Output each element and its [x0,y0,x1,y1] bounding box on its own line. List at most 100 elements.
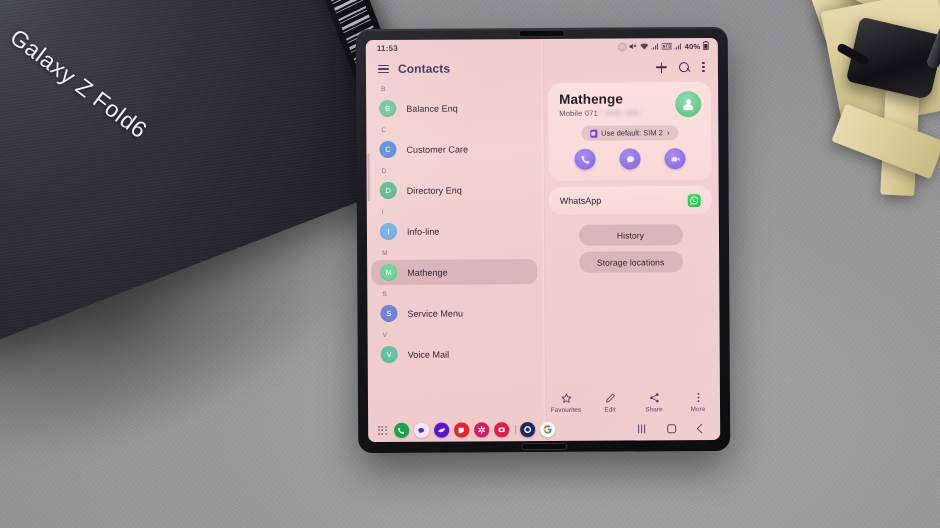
contact-header: Mathenge Mobile 0717 888 888 [548,82,711,128]
settings-app-icon[interactable] [520,422,535,437]
app-drawer-icon[interactable] [378,425,387,435]
avatar: V [380,345,398,363]
contact-detail-pane: Mathenge Mobile 0717 888 888 Use default [542,79,720,385]
contact-name: Customer Care [406,143,469,155]
sim-card-icon [590,129,598,138]
section-header: M [382,249,388,257]
wifi-icon [640,42,649,52]
list-item[interactable]: S Service Menu [371,300,537,326]
section-header: C [381,126,387,134]
dock-bar [368,418,720,442]
toolbar-favourites[interactable]: Favourites [545,392,587,413]
samsung-internet-app-icon[interactable] [434,422,449,438]
app-bar: Contacts [366,55,718,81]
network-icon [661,42,673,52]
contact-name: Service Menu [407,307,464,319]
google-app-icon[interactable] [540,422,555,437]
navigation-keys [638,423,711,434]
front-camera-punch-hole [617,42,627,52]
signal-sim1-icon [651,42,659,52]
sim-selector-chip[interactable]: Use default: SIM 2 › [581,125,679,141]
status-time: 11:53 [376,43,398,54]
contact-name: Info-line [406,226,440,237]
section-header: S [382,290,387,298]
section-header: V [382,331,388,339]
toolbar-more[interactable]: More [677,391,719,413]
list-item[interactable]: V Voice Mail [372,341,538,367]
battery-icon [702,40,709,52]
section-header: D [381,167,387,175]
storage-locations-button[interactable]: Storage locations [578,251,683,273]
action-buttons-row [548,140,711,181]
video-call-button[interactable] [664,148,686,170]
search-icon[interactable] [679,62,690,73]
toolbar-label: Favourites [550,406,582,414]
contact-list-pane[interactable]: B B Balance Enq C C Customer Care D D Di… [366,80,544,386]
recents-key[interactable] [638,424,646,434]
home-key[interactable] [667,424,677,434]
contact-name: Directory Enq [406,184,462,196]
kebab-icon [692,392,703,403]
notes-app-icon[interactable] [454,422,469,438]
wooden-clamp-stand [780,0,940,198]
hamburger-icon[interactable] [377,64,389,74]
signal-sim2-icon [674,42,682,52]
scrollbar[interactable] [367,153,370,202]
list-item[interactable]: B Balance Enq [370,95,536,121]
section-header: I [381,208,384,216]
avatar: D [379,181,397,199]
pencil-icon [604,392,615,403]
list-item[interactable]: D Directory Enq [371,177,537,203]
bottom-toolbar: Favourites Edit Share More [544,384,720,419]
mobile-label: Mobile [559,108,583,118]
avatar: I [379,222,397,240]
toolbar-share[interactable]: Share [633,392,675,413]
person-icon [682,98,694,110]
list-item[interactable]: C Customer Care [370,136,536,162]
avatar: S [380,304,398,322]
kebab-icon[interactable] [702,62,705,72]
contact-avatar-large[interactable] [675,91,702,118]
phone-app-icon[interactable] [394,423,409,438]
back-key[interactable] [696,423,707,434]
sim-label: Use default: SIM 2 [601,128,663,138]
whatsapp-row[interactable]: WhatsApp [548,185,712,215]
contact-name: Voice Mail [407,349,450,360]
camera-app-icon[interactable] [494,422,509,438]
battery-percent: 40% [684,42,701,52]
contact-header-card: Mathenge Mobile 0717 888 888 Use default [548,81,712,181]
page-title: Contacts [397,61,451,76]
sim-selector-row: Use default: SIM 2 › [548,125,711,141]
detail-pills: History Storage locations [549,224,712,273]
mute-icon [629,42,637,52]
avatar: M [380,263,398,281]
phone-screen: 11:53 40% Contacts B B Balance Enq C C C… [365,37,721,443]
mobile-prefix: 071 [584,108,598,118]
history-button[interactable]: History [578,224,683,246]
hinge-notch-top [518,29,565,38]
content-area: B B Balance Enq C C Customer Care D D Di… [366,79,720,386]
plus-icon[interactable] [656,62,667,73]
toolbar-edit[interactable]: Edit [589,392,631,413]
share-icon [648,392,659,403]
messages-app-icon[interactable] [414,422,429,438]
whatsapp-icon [687,193,701,207]
toolbar-label: Share [645,405,663,413]
call-button[interactable] [574,148,596,170]
avatar: B [379,99,397,117]
avatar: C [379,140,397,158]
list-item[interactable]: I Info-line [371,218,537,244]
galaxy-z-fold-device: 11:53 40% Contacts B B Balance Enq C C C… [355,26,731,454]
list-item-selected[interactable]: M Mathenge [371,259,538,286]
status-icons: 40% [617,40,709,53]
toolbar-label: Edit [604,406,616,414]
message-button[interactable] [619,148,641,170]
toolbar-label: More [690,405,706,413]
dock-divider [515,424,517,435]
contact-name: Mathenge [407,267,448,278]
chevron-right-icon: › [666,127,670,137]
app-bar-actions [656,62,705,73]
star-icon [560,392,571,403]
mobile-number-masked: 7 888 888 [597,108,641,118]
gallery-app-icon[interactable] [474,422,489,438]
